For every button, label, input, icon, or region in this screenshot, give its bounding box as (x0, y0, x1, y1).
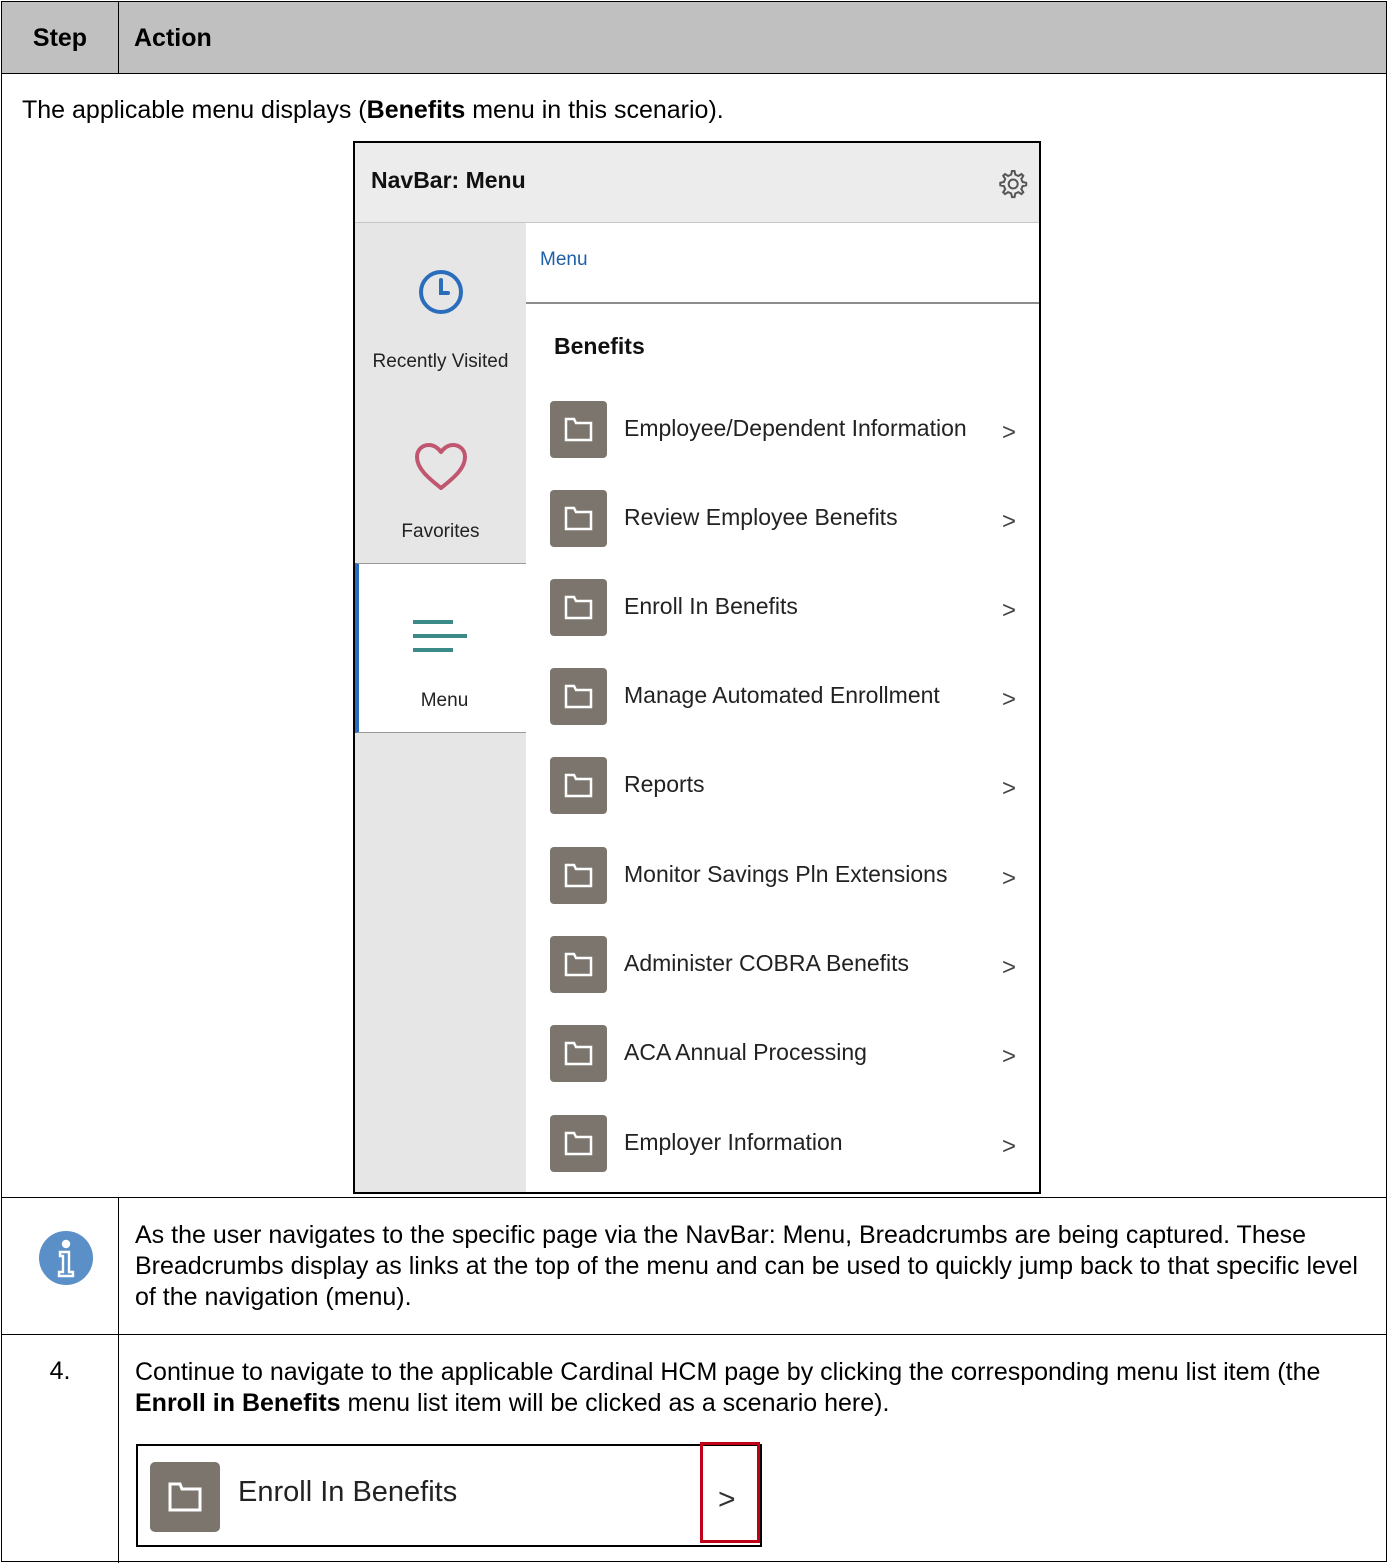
sidebar-item-favorites[interactable]: Favorites (355, 393, 526, 563)
info-text: As the user navigates to the specific pa… (135, 1221, 1358, 1311)
example-menu-item-label: Enroll In Benefits (238, 1476, 458, 1508)
folder-icon (550, 1115, 607, 1172)
menu-item-label: Employer Information (624, 1129, 843, 1155)
step-text-bold: Enroll in Benefits (135, 1389, 341, 1417)
step-text: Continue to navigate to the applicable C… (135, 1357, 1370, 1419)
info-icon (39, 1231, 93, 1285)
highlight-box (700, 1442, 760, 1543)
chevron-right-icon: > (1002, 775, 1017, 802)
navbar-main: Menu Benefits Employee/Dependent Informa… (526, 223, 1039, 1192)
header-divider (118, 2, 119, 74)
menu-item-reports[interactable]: Reports > (550, 757, 1030, 815)
menu-item-administer-cobra-benefits[interactable]: Administer COBRA Benefits > (550, 936, 1030, 994)
menu-item-employer-information[interactable]: Employer Information > (550, 1115, 1030, 1173)
menu-item-aca-annual-processing[interactable]: ACA Annual Processing > (550, 1025, 1030, 1083)
folder-icon (550, 1025, 607, 1082)
folder-icon (550, 847, 607, 904)
intro-text: The applicable menu displays (Benefits m… (22, 96, 724, 125)
folder-icon (550, 668, 607, 725)
chevron-right-icon: > (1002, 954, 1017, 981)
menu-item-enroll-in-benefits[interactable]: Enroll In Benefits > (550, 579, 1030, 637)
example-menu-item[interactable]: Enroll In Benefits > (136, 1442, 762, 1547)
menu-item-label: Monitor Savings Pln Extensions (624, 861, 948, 887)
step-number: 4. (49, 1357, 71, 1385)
row-divider (2, 1197, 1386, 1198)
menu-item-label: Manage Automated Enrollment (624, 682, 940, 708)
chevron-right-icon: > (1002, 419, 1017, 446)
sidebar-item-recently-visited[interactable]: Recently Visited (355, 223, 526, 393)
heart-icon (415, 443, 467, 490)
navbar-title: NavBar: Menu (371, 167, 526, 193)
intro-post: menu in this scenario). (465, 96, 724, 124)
chevron-right-icon: > (1002, 1043, 1017, 1070)
menu-item-label: Review Employee Benefits (624, 504, 898, 530)
sidebar-label-recently-visited: Recently Visited (372, 351, 509, 372)
menu-item-review-employee-benefits[interactable]: Review Employee Benefits > (550, 490, 1030, 548)
header-action: Action (134, 24, 212, 52)
header-step: Step (32, 24, 88, 52)
menu-item-label: Employee/Dependent Information (624, 415, 967, 441)
folder-icon (550, 936, 607, 993)
folder-icon (150, 1462, 220, 1532)
intro-pre: The applicable menu displays ( (22, 96, 367, 124)
chevron-right-icon: > (1002, 865, 1017, 892)
navbar-sidebar: Recently Visited Favorites Menu (355, 223, 526, 1192)
folder-icon (550, 579, 607, 636)
navbar-panel: NavBar: Menu Recently Visited Favorites … (353, 141, 1041, 1194)
navbar-title-bar: NavBar: Menu (355, 143, 1039, 223)
breadcrumb[interactable]: Menu (540, 249, 588, 271)
folder-icon (550, 757, 607, 814)
step-table: Step Action The applicable menu displays… (1, 1, 1387, 1563)
menu-icon (413, 620, 467, 652)
chevron-right-icon: > (1002, 686, 1017, 713)
gear-icon[interactable] (995, 167, 1029, 201)
menu-item-monitor-savings-pln-extensions[interactable]: Monitor Savings Pln Extensions > (550, 847, 1030, 905)
menu-item-employee-dependent-information[interactable]: Employee/Dependent Information > (550, 401, 1030, 459)
section-title: Benefits (554, 333, 645, 359)
menu-item-manage-automated-enrollment[interactable]: Manage Automated Enrollment > (550, 668, 1030, 726)
chevron-right-icon: > (1002, 1133, 1017, 1160)
menu-item-label: Enroll In Benefits (624, 593, 798, 619)
sidebar-label-menu: Menu (420, 690, 469, 711)
table-header: Step Action (2, 2, 1386, 74)
column-divider (118, 1197, 119, 1563)
menu-item-label: Administer COBRA Benefits (624, 950, 910, 976)
menu-item-label: ACA Annual Processing (624, 1039, 867, 1065)
chevron-right-icon: > (1002, 597, 1017, 624)
folder-icon (550, 401, 607, 458)
clock-icon (419, 270, 463, 314)
folder-icon (550, 490, 607, 547)
sidebar-item-menu[interactable]: Menu (355, 563, 526, 733)
step-text-post: menu list item will be clicked as a scen… (340, 1389, 890, 1417)
breadcrumb-divider (526, 302, 1039, 304)
sidebar-label-favorites: Favorites (401, 521, 480, 542)
menu-item-label: Reports (624, 771, 705, 797)
intro-bold: Benefits (366, 96, 466, 124)
chevron-right-icon: > (1002, 508, 1017, 535)
step-text-pre: Continue to navigate to the applicable C… (135, 1358, 1321, 1386)
row-divider (2, 1334, 1386, 1335)
